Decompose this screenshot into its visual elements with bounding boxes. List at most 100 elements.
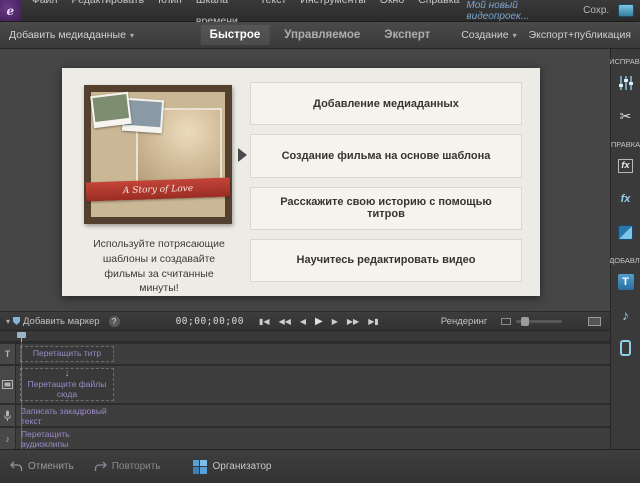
add-marker-label: Добавить маркер — [23, 316, 100, 327]
undo-label: Отменить — [28, 461, 74, 472]
help-icon[interactable]: ? — [109, 316, 120, 327]
welcome-step-titles: Расскажите свою историю с помощью титров — [250, 187, 522, 230]
organizer-label: Организатор — [213, 461, 272, 472]
video-track-body: ↓ Перетащите файлы сюда — [16, 366, 610, 403]
zoom-control — [501, 318, 562, 325]
zoom-slider[interactable] — [516, 320, 562, 323]
tab-expert[interactable]: Эксперт — [375, 25, 439, 45]
add-media-label: Добавить медиаданные — [9, 29, 126, 41]
timecode-display: 00;00;00;00 — [176, 316, 244, 327]
pointer-triangle-icon — [238, 148, 247, 162]
fast-forward-button[interactable]: ▶▶ — [347, 317, 359, 326]
music-track-icon: ♪ — [0, 428, 16, 449]
tab-guided[interactable]: Управляемое — [275, 25, 369, 45]
project-name: Мой новый видеопроек... — [466, 0, 574, 22]
timeline-controls-bar: ▾ Добавить маркер ? 00;00;00;00 ▮◀ ◀◀ ◀ … — [0, 312, 610, 331]
save-button[interactable]: Сохр. — [583, 5, 609, 16]
welcome-panel: A Story of Love Используйте потрясающие … — [62, 68, 540, 296]
step-back-button[interactable]: ◀ — [300, 317, 306, 326]
timeline-tracks: T Перетащить титр ↓ Перетащите файлы сюд… — [0, 342, 610, 449]
drop-title-target[interactable]: Перетащить титр — [20, 346, 114, 362]
drop-media-target[interactable]: ↓ Перетащите файлы сюда — [20, 368, 114, 401]
smart-trim-scissors-icon[interactable]: ✂ — [620, 104, 632, 128]
graphics-icon[interactable] — [620, 336, 631, 360]
title-T-glyph: T — [618, 274, 634, 290]
app-logo-icon: e — [0, 0, 21, 21]
go-to-end-button[interactable]: ▶▮ — [368, 317, 379, 326]
music-icon[interactable]: ♪ — [622, 303, 629, 327]
create-label: Создание — [461, 29, 508, 41]
undo-button[interactable]: Отменить — [10, 461, 74, 472]
drop-audio-target[interactable]: Перетащить аудиоклипы — [21, 428, 111, 448]
welcome-photo-column: A Story of Love Используйте потрясающие … — [62, 68, 238, 296]
title-track-icon: T — [0, 344, 16, 364]
play-button[interactable]: ▶ — [315, 316, 323, 327]
titlebar-right: Мой новый видеопроек... Сохр. — [466, 0, 640, 22]
organizer-button[interactable]: Организатор — [193, 460, 272, 474]
chevron-down-icon: ▾ — [130, 31, 134, 40]
add-marker-button[interactable]: ▾ Добавить маркер — [6, 316, 100, 327]
export-publish-button[interactable]: Экспорт+публикация — [529, 29, 631, 41]
section-label-fix: ИСПРАВ. — [609, 57, 640, 66]
fx-box-glyph: fx — [618, 159, 632, 173]
title-track-body: Перетащить титр — [16, 344, 610, 364]
welcome-step-add-media: Добавление медиаданных — [250, 82, 522, 125]
action-bar: ИСПРАВ. ✂ ПРАВКА fx fx ДОБАВЛ. T ♪ — [610, 49, 640, 449]
track-titles: T Перетащить титр — [0, 344, 610, 364]
zoom-out-icon[interactable] — [501, 318, 511, 325]
microphone-icon — [0, 405, 16, 426]
render-button[interactable]: Рендеринг — [441, 316, 488, 327]
transport-controls: ▮◀ ◀◀ ◀ ▶ ▶ ▶▶ ▶▮ — [259, 316, 379, 327]
welcome-steps-list: Добавление медиаданных Создание фильма н… — [250, 82, 522, 282]
fx-glyph: fx — [621, 193, 631, 205]
template-preview-image: A Story of Love — [84, 85, 232, 224]
organizer-grid-icon — [193, 460, 207, 474]
music-track-body: Перетащить аудиоклипы — [16, 428, 610, 449]
bottom-bar: Отменить Повторить Организатор — [0, 449, 640, 483]
monitor-view-icon[interactable] — [588, 317, 601, 326]
playhead-handle[interactable] — [17, 332, 26, 341]
track-music: ♪ Перетащить аудиоклипы — [0, 428, 610, 449]
create-button[interactable]: Создание ▾ — [461, 29, 516, 41]
monitor-area: A Story of Love Используйте потрясающие … — [0, 49, 610, 312]
down-arrow-icon: ↓ — [65, 369, 70, 379]
step-forward-button[interactable]: ▶ — [332, 317, 338, 326]
ribbon-banner: A Story of Love — [86, 177, 231, 201]
record-voiceover-link[interactable]: Записать закадровый текст — [21, 405, 111, 425]
redo-icon — [94, 461, 107, 472]
effects-icon[interactable]: fx — [618, 154, 632, 178]
toolbar-right: Создание ▾ Экспорт+публикация — [461, 29, 640, 41]
timeline-ruler[interactable] — [0, 331, 610, 342]
video-track-icon — [0, 366, 16, 403]
add-media-button[interactable]: Добавить медиаданные ▾ — [0, 29, 134, 41]
undo-icon — [10, 461, 23, 472]
titles-text-icon[interactable]: T — [618, 270, 634, 294]
scissors-glyph: ✂ — [620, 108, 632, 125]
section-label-edit: ПРАВКА — [611, 140, 640, 149]
transitions-icon[interactable] — [618, 220, 633, 244]
tab-quick[interactable]: Быстрое — [201, 25, 270, 45]
rewind-button[interactable]: ◀◀ — [279, 317, 291, 326]
drop-media-label: Перетащите файлы сюда — [25, 380, 109, 400]
welcome-step-template-movie: Создание фильма на основе шаблона — [250, 134, 522, 177]
polaroid-photo — [90, 92, 132, 128]
section-label-add: ДОБАВЛ. — [609, 256, 640, 265]
go-to-start-button[interactable]: ▮◀ — [259, 317, 270, 326]
voiceover-track-body: Записать закадровый текст — [16, 405, 610, 426]
workspace-icon[interactable] — [618, 4, 634, 17]
app-window: e Файл Редактировать Клип Шкала времени … — [0, 0, 640, 483]
applied-effects-icon[interactable]: fx — [621, 187, 631, 211]
adjust-sliders-icon[interactable] — [618, 71, 634, 95]
redo-button[interactable]: Повторить — [94, 461, 161, 472]
playhead-line — [21, 342, 22, 449]
redo-label: Повторить — [112, 461, 161, 472]
titlebar: e Файл Редактировать Клип Шкала времени … — [0, 0, 640, 22]
welcome-caption: Используйте потрясающие шаблоны и создав… — [84, 237, 234, 296]
export-publish-label: Экспорт+публикация — [529, 29, 631, 41]
mode-tabs: Быстрое Управляемое Эксперт — [201, 22, 440, 48]
track-voiceover: Записать закадровый текст — [0, 405, 610, 426]
track-video: ↓ Перетащите файлы сюда — [0, 366, 610, 403]
chevron-down-icon: ▾ — [6, 317, 10, 326]
welcome-step-learn-editing: Научитесь редактировать видео — [250, 239, 522, 282]
zoom-slider-handle[interactable] — [521, 317, 529, 326]
